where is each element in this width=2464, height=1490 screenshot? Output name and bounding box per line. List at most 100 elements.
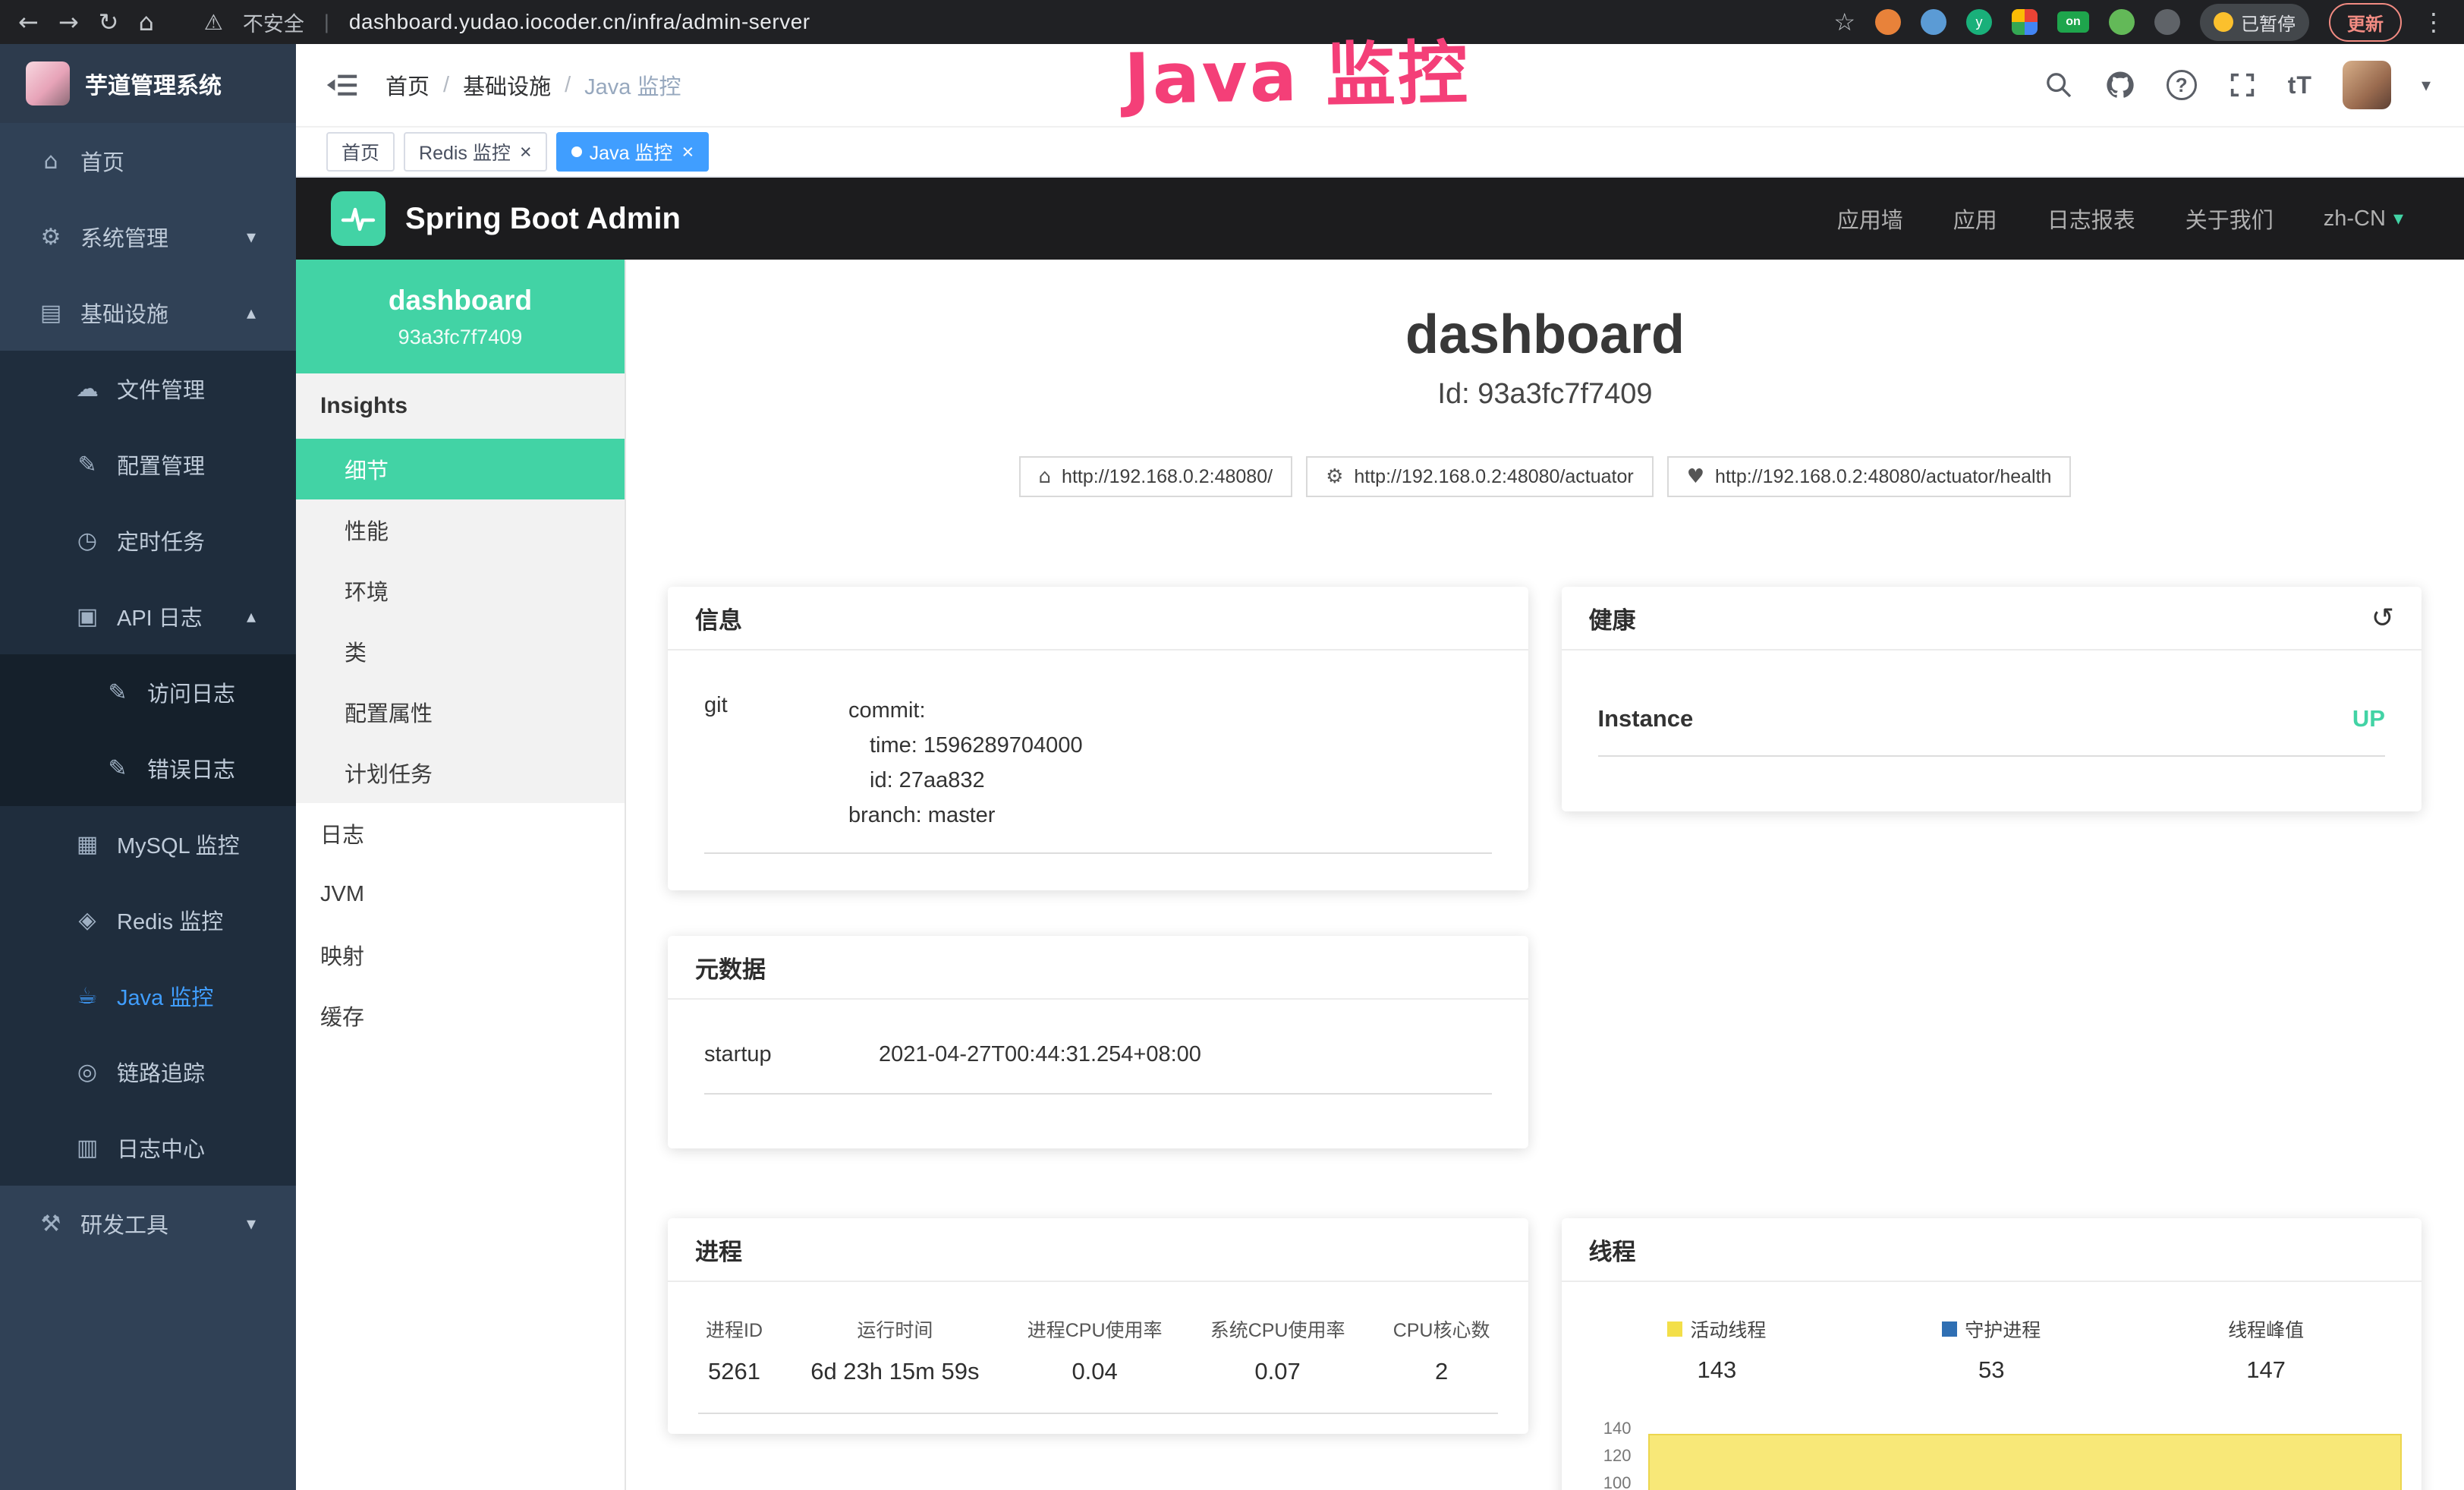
extension-icon[interactable] bbox=[1921, 9, 1946, 35]
y-axis-tick: 120 bbox=[1583, 1446, 1632, 1466]
breadcrumb-item-current: Java 监控 bbox=[584, 69, 681, 101]
breadcrumb-item[interactable]: 首页 bbox=[385, 69, 430, 101]
sidebar-item-mysql-monitor[interactable]: ▦ MySQL 监控 bbox=[0, 806, 296, 882]
app-logo-row[interactable]: 芋道管理系统 bbox=[0, 44, 296, 123]
back-icon[interactable]: ← bbox=[18, 10, 39, 34]
sidebar-item-tracing[interactable]: ◎ 链路追踪 bbox=[0, 1034, 296, 1110]
metadata-key: startup bbox=[704, 1042, 879, 1067]
sidebar-item-scheduled-jobs[interactable]: ◷ 定时任务 bbox=[0, 502, 296, 578]
extension-icon[interactable]: y bbox=[1966, 9, 1992, 35]
sba-item-config-props[interactable]: 配置属性 bbox=[296, 682, 625, 742]
close-icon[interactable]: × bbox=[681, 142, 694, 162]
reload-icon[interactable]: ↻ bbox=[99, 10, 119, 34]
sba-item-metrics[interactable]: 性能 bbox=[296, 499, 625, 560]
user-avatar[interactable] bbox=[2343, 61, 2391, 109]
bookmark-star-icon[interactable]: ☆ bbox=[1833, 10, 1855, 34]
sba-language-select[interactable]: zh-CN ▾ bbox=[2324, 206, 2403, 232]
sidebar-item-home[interactable]: ⌂ 首页 bbox=[0, 123, 296, 199]
sidebar-item-file-mgmt[interactable]: ☁ 文件管理 bbox=[0, 351, 296, 427]
sba-logo-icon[interactable] bbox=[331, 191, 385, 246]
sba-item-mappings[interactable]: 映射 bbox=[296, 925, 625, 985]
breadcrumb-item[interactable]: 基础设施 bbox=[463, 69, 551, 101]
sidebar-item-dev-tools[interactable]: ⚒ 研发工具 ▾ bbox=[0, 1186, 296, 1262]
status-badge: UP bbox=[2352, 705, 2385, 732]
history-icon[interactable]: ↺ bbox=[2371, 603, 2394, 634]
sba-nav-about[interactable]: 关于我们 bbox=[2186, 203, 2274, 235]
edit-icon: ✎ bbox=[100, 755, 135, 782]
sidebar-item-label: 文件管理 bbox=[117, 373, 205, 405]
tab-label: 首页 bbox=[341, 138, 379, 165]
tab-home[interactable]: 首页 bbox=[326, 132, 395, 172]
sba-item-details[interactable]: 细节 bbox=[296, 439, 625, 499]
java-icon: ☕ bbox=[70, 983, 105, 1010]
forward-icon[interactable]: → bbox=[58, 10, 79, 34]
tab-label: Java 监控 bbox=[590, 138, 673, 165]
health-card: 健康 ↺ Instance UP bbox=[1562, 587, 2422, 811]
sidebar-toggle-icon[interactable] bbox=[325, 68, 360, 102]
info-value-line: commit: bbox=[848, 693, 1083, 728]
font-size-icon[interactable]: tT bbox=[2288, 71, 2312, 99]
extension-icon[interactable]: on bbox=[2057, 11, 2089, 33]
update-button[interactable]: 更新 bbox=[2329, 3, 2402, 42]
tab-redis-monitor[interactable]: Redis 监控 × bbox=[404, 132, 547, 172]
extension-icon[interactable] bbox=[2109, 9, 2135, 35]
sba-item-caches[interactable]: 缓存 bbox=[296, 985, 625, 1046]
sidebar-item-infrastructure[interactable]: ▤ 基础设施 ▴ bbox=[0, 275, 296, 351]
github-icon[interactable] bbox=[2104, 69, 2136, 101]
annotation-text: Java 监控 bbox=[1123, 17, 1471, 124]
fullscreen-icon[interactable] bbox=[2227, 70, 2258, 100]
extension-icon[interactable] bbox=[1875, 9, 1901, 35]
breadcrumb: 首页 / 基础设施 / Java 监控 bbox=[385, 69, 681, 101]
health-url-link[interactable]: ♥ http://192.168.0.2:48080/actuator/heal… bbox=[1667, 456, 2072, 497]
actuator-url-link[interactable]: ⚙ http://192.168.0.2:48080/actuator bbox=[1306, 456, 1654, 497]
sba-nav-journal[interactable]: 日志报表 bbox=[2047, 203, 2135, 235]
sidebar-item-log-center[interactable]: ▥ 日志中心 bbox=[0, 1110, 296, 1186]
app-title: 芋道管理系统 bbox=[85, 67, 222, 100]
sidebar-item-system-mgmt[interactable]: ⚙ 系统管理 ▾ bbox=[0, 199, 296, 275]
paused-badge[interactable]: 已暂停 bbox=[2200, 4, 2309, 41]
chevron-down-icon[interactable]: ▾ bbox=[2422, 74, 2431, 96]
address-bar[interactable]: dashboard.yudao.iocoder.cn/infra/admin-s… bbox=[349, 10, 810, 34]
sidebar-item-api-logs[interactable]: ▣ API 日志 ▴ bbox=[0, 578, 296, 654]
extension-icon[interactable] bbox=[2012, 9, 2038, 35]
infrastructure-submenu: ☁ 文件管理 ✎ 配置管理 ◷ 定时任务 ▣ API 日志 ▴ bbox=[0, 351, 296, 1186]
sba-item-environment[interactable]: 环境 bbox=[296, 560, 625, 621]
threads-legend: 活动线程 143 守护进程 bbox=[1580, 1315, 2404, 1384]
spring-boot-admin-frame: Spring Boot Admin 应用墙 应用 日志报表 关于我们 zh-CN… bbox=[296, 178, 2464, 1490]
tools-icon: ⚒ bbox=[33, 1211, 68, 1237]
search-icon[interactable] bbox=[2044, 70, 2074, 100]
chrome-right-cluster: ☆ y on 已暂停 更新 ⋮ bbox=[1833, 3, 2446, 42]
sba-nav-wallboard[interactable]: 应用墙 bbox=[1837, 203, 1903, 235]
tab-java-monitor[interactable]: Java 监控 × bbox=[556, 132, 710, 172]
sidebar-item-config-mgmt[interactable]: ✎ 配置管理 bbox=[0, 427, 296, 502]
sidebar-item-redis-monitor[interactable]: ◈ Redis 监控 bbox=[0, 882, 296, 958]
sba-item-logs[interactable]: 日志 bbox=[296, 803, 625, 864]
sba-item-classes[interactable]: 类 bbox=[296, 621, 625, 682]
close-icon[interactable]: × bbox=[520, 142, 532, 162]
kebab-menu-icon[interactable]: ⋮ bbox=[2422, 10, 2446, 34]
metadata-card: 元数据 startup 2021-04-27T00:44:31.254+08:0… bbox=[668, 936, 1528, 1148]
help-icon[interactable]: ? bbox=[2167, 70, 2197, 100]
redis-icon: ◈ bbox=[70, 907, 105, 934]
security-label[interactable]: 不安全 bbox=[243, 8, 304, 37]
screen: ← → ↻ ⌂ ⚠ 不安全 | dashboard.yudao.iocoder.… bbox=[0, 0, 2464, 1490]
app-menu: ⌂ 首页 ⚙ 系统管理 ▾ ▤ 基础设施 ▴ ☁ 文件管理 bbox=[0, 123, 296, 1262]
wrench-icon: ⚙ bbox=[1326, 465, 1343, 488]
sba-app-header[interactable]: dashboard 93a3fc7f7409 bbox=[296, 260, 625, 373]
log-icon: ▣ bbox=[70, 603, 105, 630]
sba-item-jvm[interactable]: JVM bbox=[296, 864, 625, 925]
service-url-link[interactable]: ⌂ http://192.168.0.2:48080/ bbox=[1019, 456, 1293, 497]
legend-value: 53 bbox=[1854, 1356, 2129, 1384]
home-icon[interactable]: ⌂ bbox=[138, 10, 153, 34]
sba-item-scheduled-tasks[interactable]: 计划任务 bbox=[296, 742, 625, 803]
sidebar-item-access-logs[interactable]: ✎ 访问日志 bbox=[0, 654, 296, 730]
sba-nav-applications[interactable]: 应用 bbox=[1953, 203, 1997, 235]
chevron-up-icon: ▴ bbox=[234, 606, 269, 627]
sba-sidebar: dashboard 93a3fc7f7409 Insights 细节 性能 环境… bbox=[296, 260, 626, 1490]
link-label: http://192.168.0.2:48080/actuator bbox=[1354, 466, 1633, 488]
process-col-header: 运行时间 bbox=[810, 1315, 979, 1343]
sidebar-item-java-monitor[interactable]: ☕ Java 监控 bbox=[0, 958, 296, 1034]
health-instance-label: Instance bbox=[1598, 705, 1694, 732]
extension-icon[interactable] bbox=[2154, 9, 2180, 35]
sidebar-item-error-logs[interactable]: ✎ 错误日志 bbox=[0, 730, 296, 806]
